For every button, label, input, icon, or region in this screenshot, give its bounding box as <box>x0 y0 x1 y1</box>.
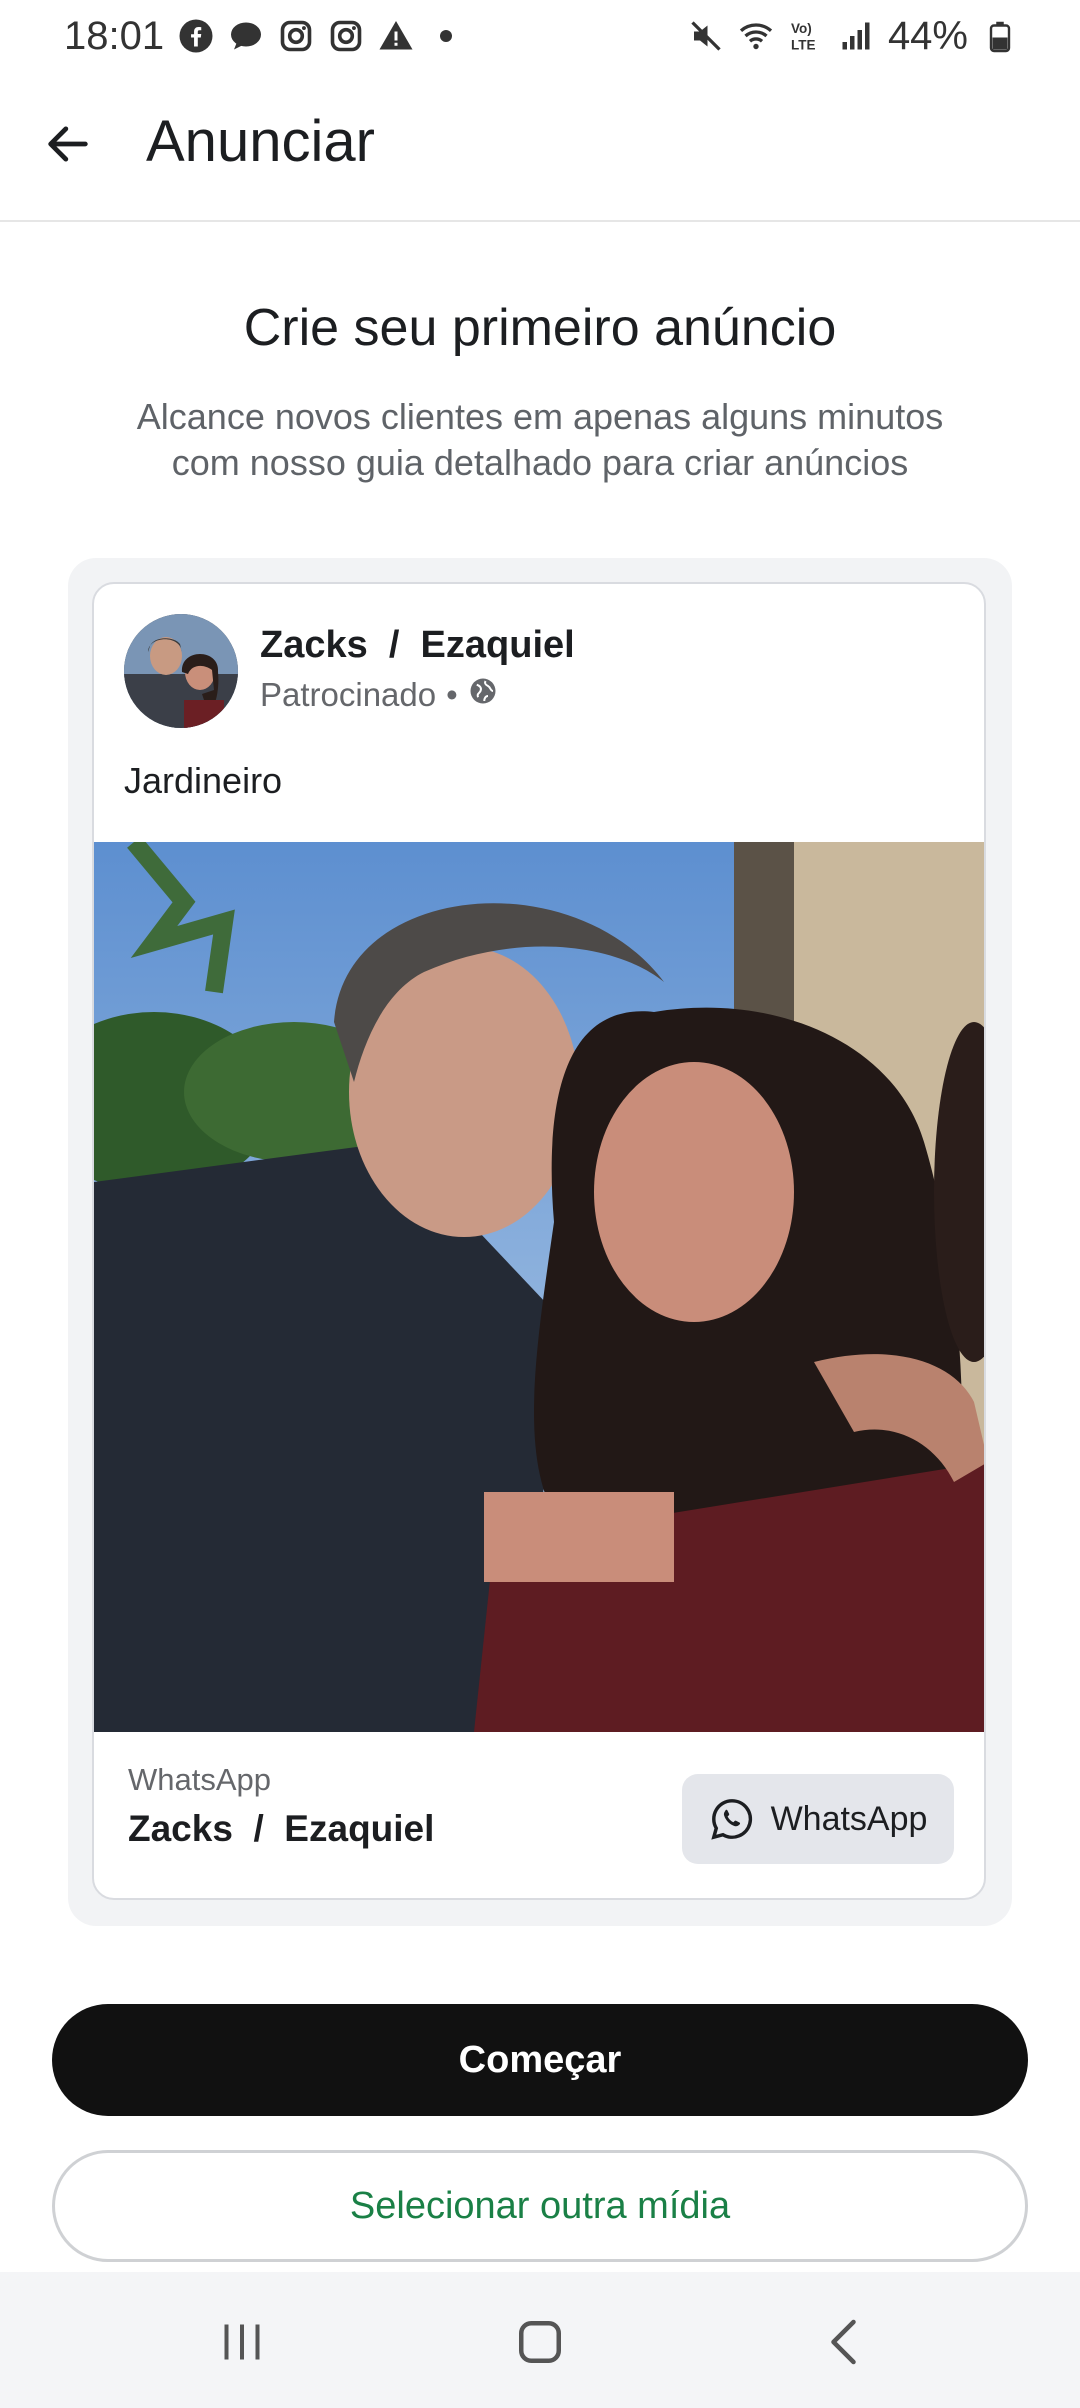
hero-subtitle-line2: com nosso guia detalhado para criar anún… <box>171 442 909 483</box>
globe-icon <box>468 676 498 714</box>
status-time: 18:01 <box>64 13 165 58</box>
hero-subtitle: Alcance novos clientes em apenas alguns … <box>90 394 990 486</box>
warning-icon <box>378 18 414 54</box>
instagram-icon <box>278 18 314 54</box>
ad-media-image <box>94 842 984 1732</box>
arrow-left-icon <box>48 126 88 162</box>
ad-preview-card: Zacks / Ezaquiel Patrocinado • Jardineir… <box>92 582 986 1900</box>
chat-bubble-icon <box>228 18 264 54</box>
ad-page-name: Zacks / Ezaquiel <box>260 624 575 666</box>
dot-icon <box>428 18 464 54</box>
cta-source-label: WhatsApp <box>128 1762 272 1797</box>
status-bar: 18:01 Vo) LTE 44% <box>0 0 1080 72</box>
home-icon <box>519 2321 561 2363</box>
whatsapp-icon <box>710 1799 752 1840</box>
wifi-icon <box>738 18 774 54</box>
select-other-media-button[interactable]: Selecionar outra mídia <box>52 2150 1028 2262</box>
ad-preview-container: Zacks / Ezaquiel Patrocinado • Jardineir… <box>68 558 1012 1926</box>
whatsapp-cta-label: WhatsApp <box>770 1799 928 1838</box>
hero-subtitle-line1: Alcance novos clientes em apenas alguns … <box>136 396 944 437</box>
system-nav-bar <box>0 2272 1080 2408</box>
recent-apps-button[interactable] <box>212 2312 272 2372</box>
home-button[interactable] <box>510 2312 570 2372</box>
sponsored-label: Patrocinado <box>260 676 437 713</box>
svg-text:Vo): Vo) <box>791 21 812 36</box>
instagram-icon <box>328 18 364 54</box>
battery-percent: 44% <box>887 13 968 58</box>
app-header: Anunciar <box>0 72 1080 222</box>
battery-icon <box>982 18 1018 54</box>
recent-apps-icon <box>224 2324 260 2360</box>
hero-title: Crie seu primeiro anúncio <box>243 299 837 357</box>
mute-icon <box>688 18 724 54</box>
chevron-left-icon <box>831 2319 856 2365</box>
system-back-button[interactable] <box>816 2312 876 2372</box>
cta-page-name: Zacks / Ezaquiel <box>128 1808 435 1849</box>
facebook-icon <box>178 18 214 54</box>
separator-dot: • <box>446 676 458 713</box>
volte-icon: Vo) LTE <box>788 18 824 54</box>
avatar <box>124 614 238 728</box>
whatsapp-cta-button[interactable]: WhatsApp <box>682 1774 954 1864</box>
svg-text:LTE: LTE <box>791 38 816 53</box>
status-right: Vo) LTE 44% <box>688 14 1018 59</box>
signal-icon <box>838 18 874 54</box>
status-left: 18:01 <box>64 14 464 59</box>
back-button[interactable] <box>36 112 100 176</box>
start-button[interactable]: Começar <box>52 2004 1028 2116</box>
page-title: Anunciar <box>146 109 375 174</box>
sponsored-row: Patrocinado • <box>260 676 498 714</box>
ad-primary-text: Jardineiro <box>124 760 283 801</box>
